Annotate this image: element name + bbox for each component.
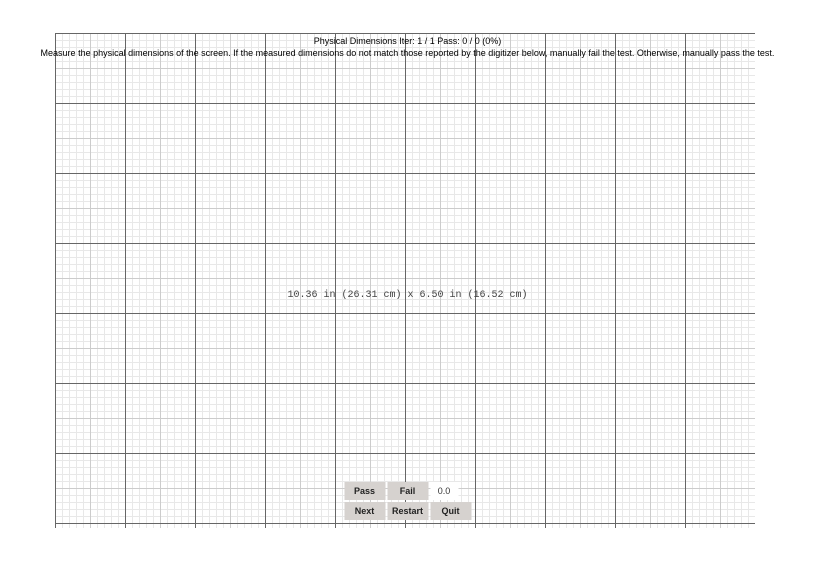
restart-button[interactable]: Restart	[387, 502, 428, 520]
instruction-line: Measure the physical dimensions of the s…	[0, 48, 815, 60]
measurement-grid	[55, 33, 755, 528]
header: Physical Dimensions Iter: 1 / 1 Pass: 0 …	[0, 36, 815, 59]
measurement-readout: 10.36 in (26.31 cm) x 6.50 in (16.52 cm)	[0, 290, 815, 301]
grid-major	[55, 33, 755, 528]
counter-display: 0.0	[430, 482, 458, 500]
quit-button[interactable]: Quit	[430, 502, 471, 520]
next-button[interactable]: Next	[344, 502, 385, 520]
pass-button[interactable]: Pass	[344, 482, 385, 500]
control-bar: Pass Fail 0.0 Next Restart Quit	[344, 482, 471, 520]
fail-button[interactable]: Fail	[387, 482, 428, 500]
title-line: Physical Dimensions Iter: 1 / 1 Pass: 0 …	[0, 36, 815, 48]
